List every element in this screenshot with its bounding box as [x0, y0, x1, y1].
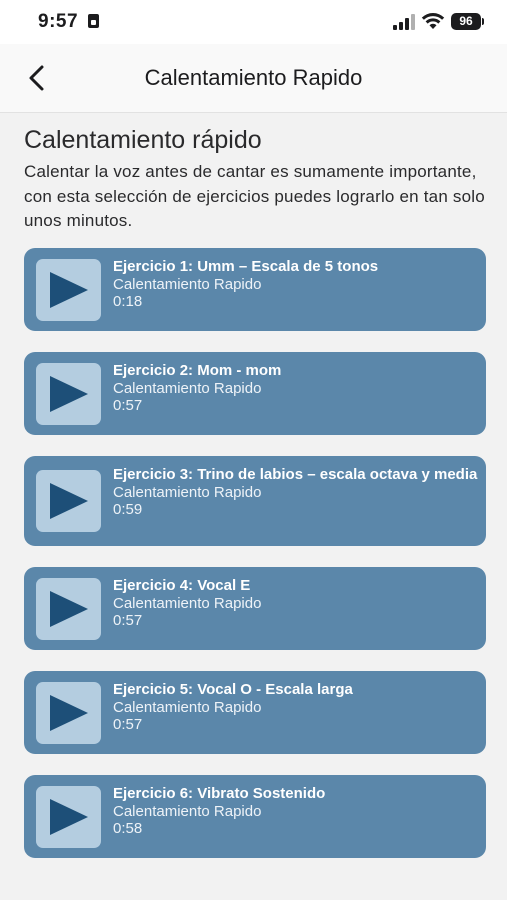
exercise-info: Ejercicio 6: Vibrato Sostenido Calentami… [113, 785, 486, 838]
exercise-card-2[interactable]: Ejercicio 2: Mom - mom Calentamiento Rap… [24, 352, 486, 435]
battery-icon: 96 [451, 13, 481, 30]
play-icon [50, 376, 88, 412]
exercise-info: Ejercicio 5: Vocal O - Escala larga Cale… [113, 681, 486, 734]
nav-title: Calentamiento Rapido [144, 65, 363, 90]
exercise-info: Ejercicio 1: Umm – Escala de 5 tonos Cal… [113, 258, 486, 311]
play-icon [50, 591, 88, 627]
sim-card-icon [88, 14, 99, 28]
exercise-subtitle: Calentamiento Rapido [113, 802, 262, 820]
exercise-card-5[interactable]: Ejercicio 5: Vocal O - Escala larga Cale… [24, 671, 486, 754]
exercise-subtitle: Calentamiento Rapido [113, 483, 262, 501]
exercise-card-1[interactable]: Ejercicio 1: Umm – Escala de 5 tonos Cal… [24, 248, 486, 331]
exercise-title: Ejercicio 1: Umm – Escala de 5 tonos [113, 258, 379, 275]
exercise-duration: 0:57 [113, 716, 143, 733]
exercise-subtitle: Calentamiento Rapido [113, 379, 262, 397]
play-icon [50, 695, 88, 731]
exercise-title: Ejercicio 5: Vocal O - Escala larga [113, 681, 353, 698]
exercise-subtitle: Calentamiento Rapido [113, 594, 262, 612]
play-icon [50, 799, 88, 835]
exercise-title: Ejercicio 4: Vocal E [113, 577, 251, 594]
play-button[interactable] [36, 786, 101, 848]
exercise-subtitle: Calentamiento Rapido [113, 698, 262, 716]
status-bar: 9:57 96 [0, 0, 507, 44]
exercise-info: Ejercicio 4: Vocal E Calentamiento Rapid… [113, 577, 486, 630]
exercise-subtitle: Calentamiento Rapido [113, 275, 262, 293]
exercise-list: Ejercicio 1: Umm – Escala de 5 tonos Cal… [24, 248, 486, 879]
page-title: Calentamiento rápido [24, 126, 262, 154]
exercise-info: Ejercicio 2: Mom - mom Calentamiento Rap… [113, 362, 486, 415]
exercise-card-3[interactable]: Ejercicio 3: Trino de labios – escala oc… [24, 456, 486, 546]
exercise-duration: 0:57 [113, 397, 143, 414]
exercise-duration: 0:57 [113, 612, 143, 629]
page-description: Calentar la voz antes de cantar es sumam… [24, 162, 485, 230]
exercise-duration: 0:59 [113, 501, 143, 518]
play-icon [50, 272, 88, 308]
play-button[interactable] [36, 470, 101, 532]
exercise-title: Ejercicio 2: Mom - mom [113, 362, 282, 379]
play-button[interactable] [36, 363, 101, 425]
exercise-title: Ejercicio 6: Vibrato Sostenido [113, 785, 326, 802]
exercise-duration: 0:18 [113, 293, 143, 310]
play-button[interactable] [36, 682, 101, 744]
signal-bars-icon [393, 14, 415, 30]
nav-bar: Calentamiento Rapido [0, 44, 507, 113]
play-button[interactable] [36, 578, 101, 640]
play-button[interactable] [36, 259, 101, 321]
exercise-card-4[interactable]: Ejercicio 4: Vocal E Calentamiento Rapid… [24, 567, 486, 650]
exercise-duration: 0:58 [113, 820, 143, 837]
wifi-icon [421, 13, 445, 29]
status-time: 9:57 [38, 11, 79, 32]
exercise-card-6[interactable]: Ejercicio 6: Vibrato Sostenido Calentami… [24, 775, 486, 858]
battery-tip [482, 18, 484, 25]
exercise-info: Ejercicio 3: Trino de labios – escala oc… [113, 466, 486, 519]
play-icon [50, 483, 88, 519]
page-header: Calentamiento rápido Calentar la voz ant… [24, 124, 486, 234]
exercise-title: Ejercicio 3: Trino de labios – escala oc… [113, 466, 478, 483]
